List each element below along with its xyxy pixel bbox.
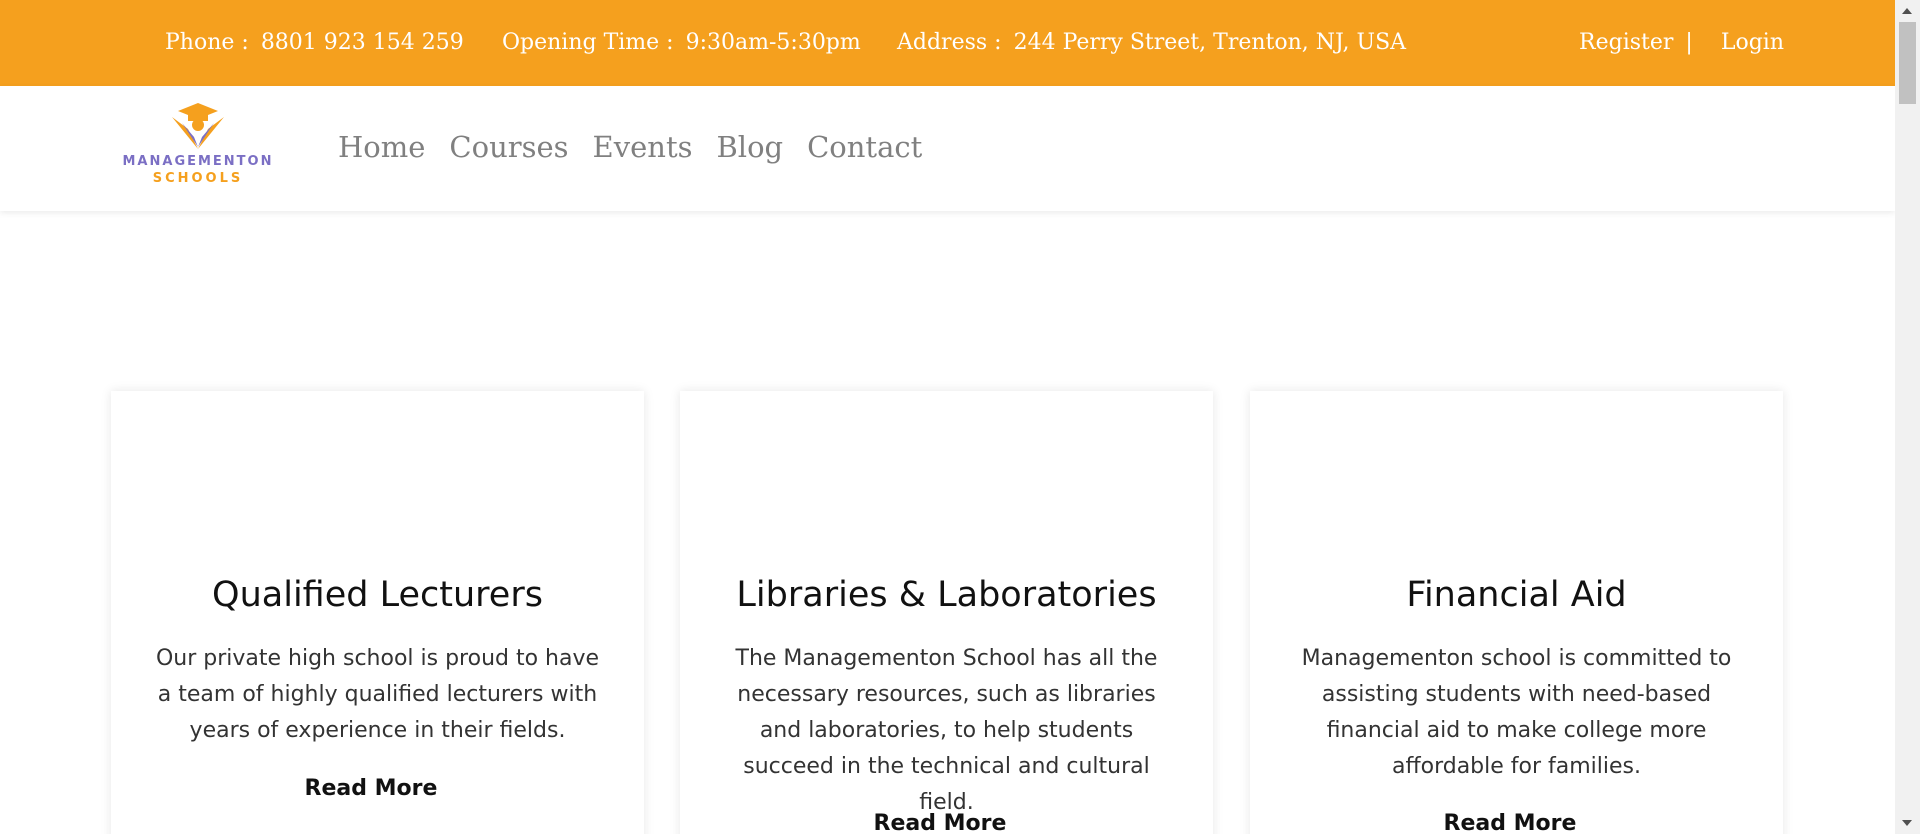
opening-time-value: 9:30am-5:30pm	[685, 30, 861, 55]
site-logo[interactable]: MANAGEMENTON SCHOOLS	[118, 101, 278, 196]
main-navbar: MANAGEMENTON SCHOOLS Home Courses Events…	[0, 86, 1895, 211]
scroll-up-arrow-icon[interactable]	[1902, 8, 1912, 14]
page: Phone : 8801 923 154 259 Opening Time : 9:…	[0, 0, 1895, 834]
auth-separator: |	[1685, 30, 1693, 55]
card-text: Managementon school is committed to assi…	[1301, 646, 1732, 779]
opening-time-info: Opening Time : 9:30am-5:30pm	[502, 30, 861, 55]
read-more-link[interactable]: Read More	[1250, 811, 1770, 834]
nav-blog[interactable]: Blog	[716, 130, 783, 164]
auth-links: Register | Login	[1579, 30, 1784, 55]
address-label: Address :	[897, 30, 1002, 55]
login-link[interactable]: Login	[1721, 30, 1784, 55]
nav-menu: Home Courses Events Blog Contact	[338, 130, 922, 164]
read-more-link[interactable]: Read More	[111, 776, 631, 801]
read-more-link[interactable]: Read More	[680, 811, 1200, 834]
feature-card: Qualified Lecturers Our private high sch…	[111, 391, 644, 834]
card-title: Financial Aid	[1406, 575, 1627, 615]
phone-label: Phone :	[165, 30, 249, 55]
top-info-bar: Phone : 8801 923 154 259 Opening Time : 9:…	[0, 0, 1895, 86]
phone-value: 8801 923 154 259	[260, 30, 464, 55]
nav-events[interactable]: Events	[593, 130, 693, 164]
card-text: The Managementon School has all the nece…	[735, 646, 1158, 815]
phone-info: Phone : 8801 923 154 259	[165, 30, 464, 55]
address-value: 244 Perry Street, Trenton, NJ, USA	[1013, 30, 1407, 55]
scrollbar-thumb[interactable]	[1899, 22, 1916, 104]
graduate-cap-icon	[172, 103, 224, 149]
feature-card: Financial Aid Managementon school is com…	[1250, 391, 1783, 834]
card-title: Qualified Lecturers	[212, 575, 543, 615]
opening-time-label: Opening Time :	[502, 30, 674, 55]
card-text: Our private high school is proud to have…	[155, 646, 600, 743]
page-scrollbar[interactable]	[1895, 0, 1920, 834]
nav-home[interactable]: Home	[338, 130, 425, 164]
card-title: Libraries & Laboratories	[736, 575, 1157, 615]
register-link[interactable]: Register	[1579, 30, 1673, 55]
logo-line-2: SCHOOLS	[152, 171, 244, 186]
feature-card: Libraries & Laboratories The Managemento…	[680, 391, 1213, 834]
logo-line-1: MANAGEMENTON	[122, 154, 274, 169]
nav-contact[interactable]: Contact	[807, 130, 922, 164]
address-info: Address : 244 Perry Street, Trenton, NJ, …	[897, 30, 1406, 55]
nav-courses[interactable]: Courses	[449, 130, 568, 164]
scroll-down-arrow-icon[interactable]	[1902, 820, 1912, 826]
